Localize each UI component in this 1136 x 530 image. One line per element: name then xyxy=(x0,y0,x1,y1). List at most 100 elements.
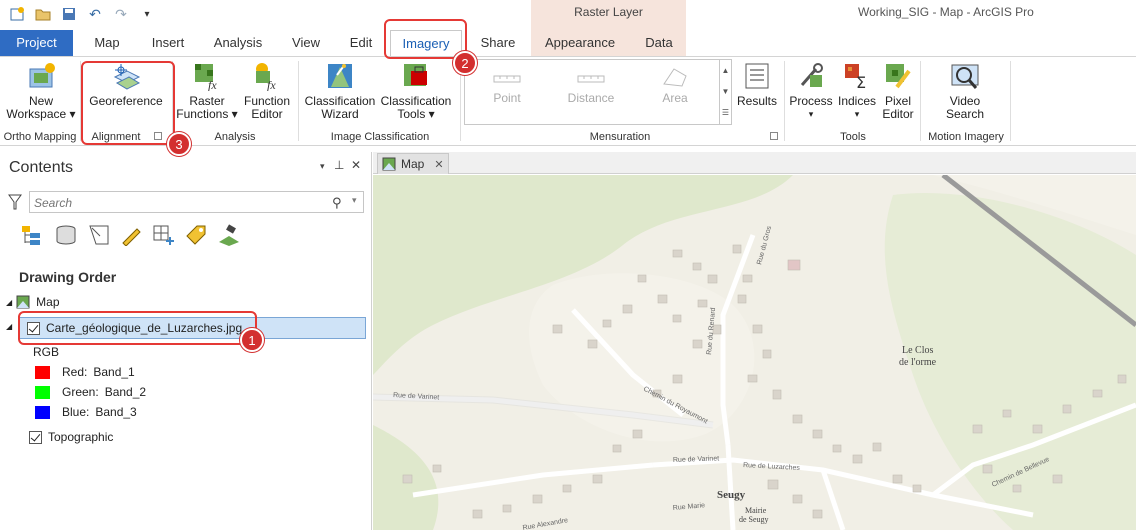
classification-wizard-label-2: Wizard xyxy=(321,107,359,121)
pane-options-icon[interactable]: ▾ xyxy=(320,161,325,172)
tab-analysis[interactable]: Analysis xyxy=(205,30,271,56)
new-workspace-label-2: Workspace ▾ xyxy=(6,107,76,121)
band-label-blue: Blue: xyxy=(62,405,90,419)
list-by-snapping-icon[interactable] xyxy=(152,224,174,246)
place-label-le-clos: Le Clos xyxy=(902,345,933,356)
highlight-raster-layer xyxy=(18,311,257,345)
save-icon[interactable] xyxy=(60,5,78,23)
area-ruler-icon xyxy=(660,66,690,88)
point-button[interactable]: Point xyxy=(479,66,535,105)
band-label-green: Green: xyxy=(62,385,99,399)
collapse-arrow-icon[interactable]: ◢ xyxy=(6,298,12,307)
tab-edit[interactable]: Edit xyxy=(340,30,382,56)
classification-tools-button[interactable]: Classification Tools ▾ xyxy=(378,61,454,121)
classification-wizard-icon xyxy=(325,61,355,91)
results-label: Results xyxy=(736,94,777,108)
group-label-motion-imagery: Motion Imagery xyxy=(928,131,1004,143)
collapse-arrow-icon[interactable]: ◢ xyxy=(6,322,12,331)
tab-data[interactable]: Data xyxy=(635,30,683,56)
list-by-perspective-imagery-icon[interactable] xyxy=(217,224,239,246)
indices-button[interactable]: Σ Indices ▾ xyxy=(836,61,878,121)
list-by-selection-icon[interactable] xyxy=(88,224,110,246)
video-search-icon xyxy=(950,61,980,91)
video-search-button[interactable]: Video Search xyxy=(936,61,994,121)
area-label: Area xyxy=(662,91,688,105)
basemap-visibility-checkbox[interactable] xyxy=(29,430,42,444)
basemap-layer-row[interactable]: Topographic xyxy=(29,430,113,444)
new-project-icon[interactable] xyxy=(8,5,26,23)
drawing-order-heading: Drawing Order xyxy=(19,269,117,285)
svg-text:fx: fx xyxy=(208,78,217,91)
list-by-drawing-order-icon[interactable] xyxy=(20,224,42,246)
process-button[interactable]: Process ▾ xyxy=(788,61,834,121)
callout-step-1: 1 xyxy=(240,328,264,352)
close-tab-icon[interactable]: ✕ xyxy=(434,158,443,171)
map-tab-bar: Map ✕ xyxy=(373,152,1136,174)
place-label-mairie: Mairie xyxy=(745,506,767,515)
ribbon-separator xyxy=(920,61,921,141)
raster-functions-label-2: Functions ▾ xyxy=(176,107,238,121)
distance-button[interactable]: Distance xyxy=(563,66,619,105)
search-icon[interactable]: ⚲ xyxy=(332,195,342,211)
list-by-labeling-icon[interactable] xyxy=(185,224,207,246)
gallery-down-icon[interactable]: ▼ xyxy=(720,81,731,102)
close-icon[interactable]: ✕ xyxy=(351,158,361,172)
place-label-de-seugy: de Seugy xyxy=(739,515,769,524)
map-frame-icon xyxy=(16,295,30,309)
highlight-imagery-tab xyxy=(384,19,467,59)
band-value-blue: Band_3 xyxy=(95,405,137,419)
raster-functions-button[interactable]: fx Raster Functions ▾ xyxy=(176,61,238,121)
band-row-green: Green: Band_2 xyxy=(35,385,146,399)
redo-icon[interactable]: ↷ xyxy=(112,5,130,23)
gallery-expand-icon[interactable]: ☰ xyxy=(720,102,731,123)
tab-share[interactable]: Share xyxy=(470,30,526,56)
band-row-blue: Blue: Band_3 xyxy=(35,405,137,419)
gallery-scroll[interactable]: ▲ ▼ ☰ xyxy=(719,60,731,124)
pin-icon[interactable]: ⊥ xyxy=(334,158,344,172)
mensuration-dialog-launcher[interactable] xyxy=(770,132,778,140)
tab-appearance[interactable]: Appearance xyxy=(535,30,625,56)
customize-icon[interactable]: ▾ xyxy=(138,5,156,23)
point-label: Point xyxy=(493,91,521,105)
map-tree-node[interactable]: ◢ Map xyxy=(6,295,60,309)
tab-insert[interactable]: Insert xyxy=(140,30,196,56)
map-view[interactable]: Le Clos de l'orme Seugy Mairie de Seugy … xyxy=(373,175,1136,530)
new-workspace-button[interactable]: New Workspace ▾ xyxy=(6,61,76,121)
area-button[interactable]: Area xyxy=(647,66,703,105)
svg-text:fx: fx xyxy=(267,78,276,91)
function-editor-button[interactable]: fx Function Editor xyxy=(240,61,294,121)
distance-ruler-icon xyxy=(576,66,606,88)
tab-project[interactable]: Project xyxy=(0,30,73,56)
tab-map[interactable]: Map xyxy=(82,30,132,56)
raster-functions-icon: fx xyxy=(192,61,222,92)
undo-icon[interactable]: ↶ xyxy=(86,5,104,23)
results-button[interactable]: Results xyxy=(736,61,778,108)
search-input[interactable] xyxy=(34,194,314,211)
map-view-tab[interactable]: Map ✕ xyxy=(377,153,449,174)
rgb-label: RGB xyxy=(33,345,60,359)
list-by-data-source-icon[interactable] xyxy=(55,224,77,246)
group-label-ortho-mapping: Ortho Mapping xyxy=(3,131,77,143)
function-editor-label-2: Editor xyxy=(251,107,283,121)
indices-dropdown-icon: ▾ xyxy=(854,109,860,119)
green-swatch xyxy=(35,385,50,399)
group-label-image-classification: Image Classification xyxy=(330,131,430,143)
ribbon-tabs: Project Map Insert Analysis View Edit Im… xyxy=(0,30,1136,57)
search-dropdown-icon[interactable]: ▾ xyxy=(352,195,357,206)
topographic-basemap: Le Clos de l'orme Seugy Mairie de Seugy … xyxy=(373,175,1136,530)
classification-wizard-button[interactable]: Classification Wizard xyxy=(302,61,378,121)
gallery-up-icon[interactable]: ▲ xyxy=(720,60,731,81)
open-folder-icon[interactable] xyxy=(34,5,52,23)
pixel-editor-icon xyxy=(883,61,913,91)
results-icon xyxy=(742,61,772,91)
filter-icon[interactable] xyxy=(8,194,22,210)
search-box[interactable]: ⚲ ▾ xyxy=(29,191,364,213)
list-by-editing-icon[interactable] xyxy=(120,224,142,247)
basemap-layer-name: Topographic xyxy=(48,430,114,444)
indices-icon: Σ xyxy=(842,61,872,92)
street-label: Rue Alexandre xyxy=(522,517,569,530)
contents-title: Contents xyxy=(9,159,74,176)
tab-view[interactable]: View xyxy=(280,30,332,56)
pixel-editor-button[interactable]: Pixel Editor xyxy=(878,61,918,121)
place-label-seugy: Seugy xyxy=(717,489,746,501)
